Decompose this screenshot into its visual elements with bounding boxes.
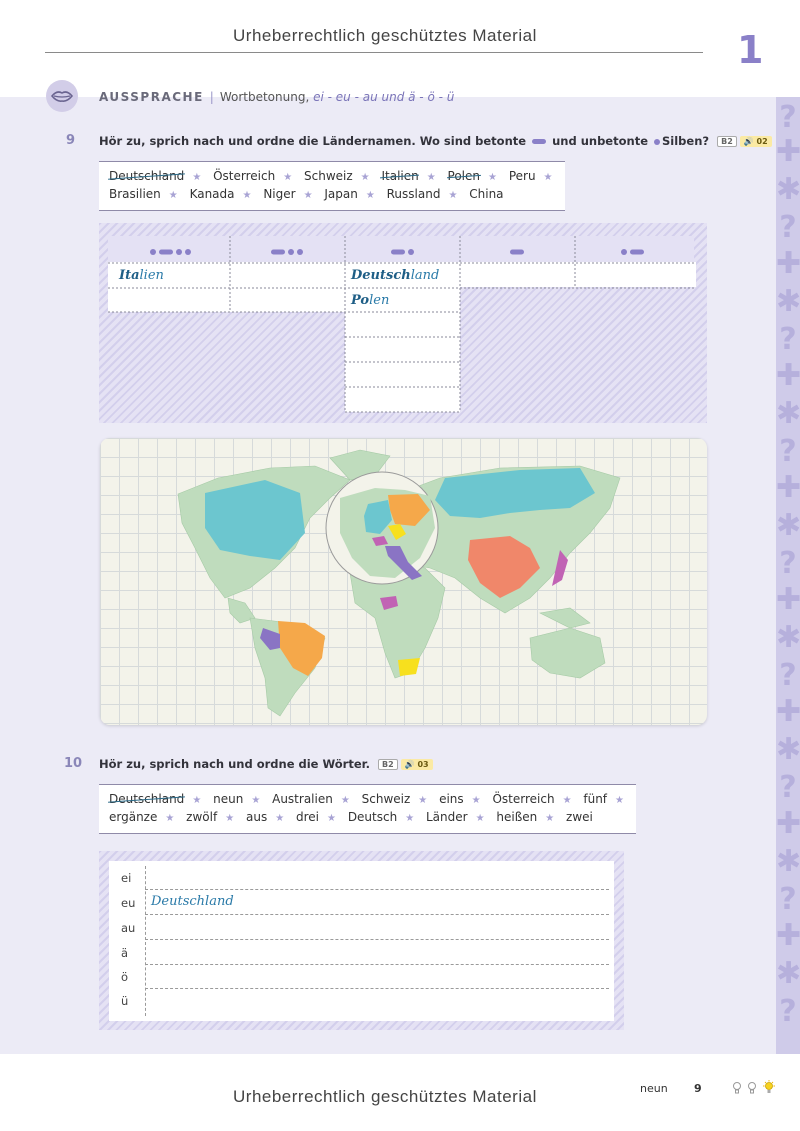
exercise-9-instruction: Hör zu, sprich nach und ordne die Länder… [99,134,772,148]
word: Schweiz [361,792,411,806]
word: Österreich [213,169,276,183]
word: zwei [566,810,593,824]
canada [205,480,305,560]
answer-polen: Polen [351,293,389,308]
word: Brasilien [109,187,161,201]
bulb-outline-icon [733,1082,741,1094]
chapter-number: 1 [737,28,764,72]
level-badge: B2 [717,136,737,147]
speaker-icon: 🔊 [404,760,415,769]
level-badge: B2 [378,759,398,770]
bulb-outline-icon [748,1082,756,1094]
exercise-9-wordbox: Deutschland ★ Österreich ★ Schweiz ★ Italie… [99,161,565,211]
word: Kanada [189,187,235,201]
vowel-row: ü [109,989,609,1013]
word: Australien [272,792,333,806]
stressed-part: Po [351,293,370,308]
exercise-9-number: 9 [66,133,76,148]
instruction-text: Hör zu, sprich nach und ordne die Wörter… [99,757,371,771]
section-vowels: ei - eu - au und ä - ö - ü [313,90,455,104]
word: China [469,187,504,201]
unstressed-part: land [410,268,440,283]
south-africa [398,658,420,676]
vowel-label: eu [121,896,136,910]
word: neun [213,792,244,806]
word: Russland [386,187,441,201]
word: Deutsch [347,810,398,824]
difficulty-indicator [732,1080,780,1100]
unstressed-part: lien [139,268,164,283]
word: Niger [263,187,296,201]
wordbox-row-2: Brasilien ★ Kanada ★ Niger ★ Japan ★ Russlan… [109,187,504,201]
vowel-row: ei [109,866,609,890]
stressed-syllable-icon [532,139,547,144]
unstressed-part: len [369,293,390,308]
speaker-icon: 🔊 [743,137,754,146]
word: Länder [426,810,468,824]
copyright-watermark-bottom: Urheberrechtlich geschütztes Material [233,1087,537,1106]
vowel-row: eu Deutschland [109,891,609,915]
word: ergänze [109,810,158,824]
word: Schweiz [304,169,353,183]
indonesia-land [539,607,591,629]
answer-deutschland: Deutschland [351,268,439,283]
vowel-row: au [109,916,609,940]
exercise-10-wordbox: Deutschland ★ neun ★ Australien ★ Schweiz ★ … [99,784,636,834]
vowel-label: ü [121,994,129,1008]
word: Deutschland [109,792,185,806]
wordbox-row-2: ergänze ★ zwölf ★ aus ★ drei ★ Deutsch ★ Länd… [109,810,593,824]
europe-magnifier [325,471,439,585]
exercise-10-instruction: Hör zu, sprich nach und ordne die Wörter… [99,757,433,771]
section-heading: AUSSPRACHE | Wortbetonung, ei - eu - au un… [99,90,454,104]
word: Japan [324,187,358,201]
section-title: AUSSPRACHE [99,90,204,104]
audio-track-button[interactable]: 🔊 03 [400,759,433,770]
vowel-label: ei [121,871,132,885]
section-separator: | [209,90,214,104]
copyright-watermark-top: Urheberrechtlich geschütztes Material [233,26,537,45]
word: drei [296,810,320,824]
instruction-part-a: Hör zu, sprich nach und ordne die Länder… [99,134,527,148]
stressed-part: Ita [119,268,140,283]
vowel-answer: Deutschland [151,894,234,909]
vowel-label: ä [121,946,129,960]
audio-track-number: 02 [756,137,768,146]
word: zwölf [186,810,218,824]
page-number: 9 [694,1082,702,1095]
word: heißen [496,810,538,824]
australia-land [529,627,606,679]
bulb-lit-icon [763,1080,775,1093]
word: Deutschland [109,169,185,183]
decorative-symbol-strip: ? ✚ ✱ ? ✚ ✱ ? ✚ ✱ ? ✚ ✱ ? ✚ ✱ ? ✚ ✱ ? ✚ ✱ ? ✚ ✱ ? [776,97,800,1054]
word: Österreich [492,792,555,806]
word: fünf [583,792,608,806]
vowel-label: ö [121,970,129,984]
word: Italien [381,169,419,183]
word: Polen [447,169,481,183]
unstressed-syllable-icon [654,138,661,145]
lips-icon [46,80,78,112]
wordbox-row-1: Deutschland ★ neun ★ Australien ★ Schweiz ★ … [109,792,624,806]
section-subtitle: Wortbetonung, [219,90,310,104]
exercise-10-number: 10 [64,756,83,771]
vowel-table: ei eu Deutschland au ä ö ü [109,861,614,1021]
instruction-part-b: und unbetonte [552,134,648,148]
answer-italien: Italien [119,268,164,283]
header-rule [45,52,703,53]
word: eins [439,792,464,806]
instruction-part-c: Silben? [662,134,710,148]
stress-table-grid [108,236,696,413]
page-word: neun [640,1082,668,1095]
audio-track-button[interactable]: 🔊 02 [739,136,772,147]
vowel-row: ä [109,941,609,965]
word: aus [245,810,268,824]
world-map [100,438,707,725]
word: Peru [508,169,536,183]
audio-track-number: 03 [417,760,429,769]
stressed-part: Deutsch [351,268,411,283]
wordbox-row-1: Deutschland ★ Österreich ★ Schweiz ★ Italie… [109,169,553,183]
vowel-row: ö [109,965,609,989]
vowel-label: au [121,921,136,935]
